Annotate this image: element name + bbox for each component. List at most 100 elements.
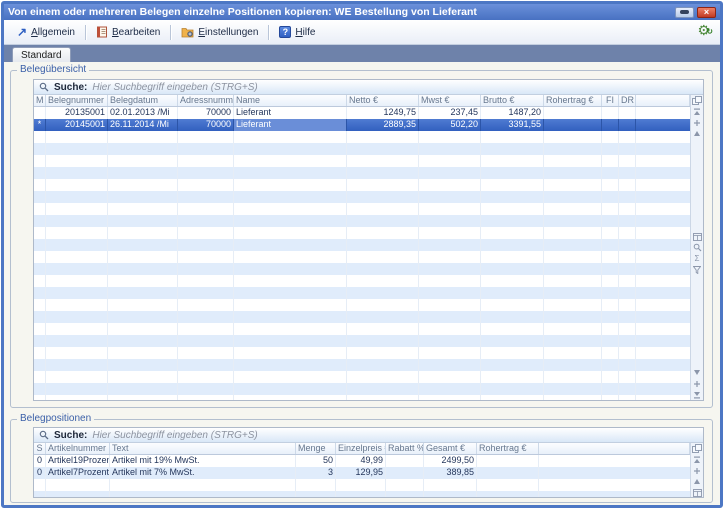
table-row[interactable]: 0 Artikel19Prozent Artikel mit 19% MwSt.… bbox=[34, 455, 690, 467]
empty-row[interactable] bbox=[34, 347, 690, 359]
column-header[interactable]: Brutto € bbox=[481, 95, 544, 106]
empty-cell bbox=[636, 239, 690, 251]
search-tool-button[interactable] bbox=[691, 242, 703, 253]
column-header[interactable]: Einzelpreis € bbox=[336, 443, 386, 454]
empty-cell bbox=[481, 143, 544, 155]
column-header[interactable]: Adressnumm bbox=[178, 95, 234, 106]
column-header[interactable]: Belegdatum bbox=[108, 95, 178, 106]
empty-row[interactable] bbox=[34, 479, 690, 491]
empty-cell bbox=[544, 167, 602, 179]
insert-row-button[interactable] bbox=[691, 117, 703, 128]
empty-cell bbox=[636, 287, 690, 299]
bearbeiten-menu-button[interactable]: Bearbeiten bbox=[91, 24, 165, 40]
allgemein-menu-button[interactable]: ↗ Allgemein bbox=[12, 25, 80, 40]
row-down-button[interactable] bbox=[691, 367, 703, 378]
empty-row[interactable] bbox=[34, 263, 690, 275]
table-row[interactable]: 20135001 02.01.2013 /Mi 70000 Lieferant … bbox=[34, 107, 690, 119]
table-row-selected[interactable]: * 20145001 26.11.2014 /Mi 70000 Lieferan… bbox=[34, 119, 690, 131]
empty-cell bbox=[178, 251, 234, 263]
close-button[interactable]: × bbox=[697, 7, 716, 18]
column-header[interactable]: M bbox=[34, 95, 46, 106]
empty-row[interactable] bbox=[34, 335, 690, 347]
empty-row[interactable] bbox=[34, 227, 690, 239]
empty-cell bbox=[419, 143, 481, 155]
first-row-button[interactable] bbox=[691, 106, 703, 117]
empty-cell bbox=[419, 335, 481, 347]
empty-cell bbox=[636, 203, 690, 215]
hilfe-menu-button[interactable]: ? Hilfe bbox=[274, 24, 320, 40]
column-header[interactable]: Text bbox=[110, 443, 296, 454]
empty-row[interactable] bbox=[34, 131, 690, 143]
cell-adressnummer: 70000 bbox=[178, 107, 234, 119]
empty-cell bbox=[347, 287, 419, 299]
overview-search-field[interactable]: Suche: Hier Suchbegriff eingeben (STRG+S… bbox=[34, 80, 703, 95]
last-row-button[interactable] bbox=[691, 389, 703, 400]
row-up-button[interactable] bbox=[691, 128, 703, 139]
empty-cell bbox=[34, 371, 46, 383]
cell-belegdatum: 02.01.2013 /Mi bbox=[108, 107, 178, 119]
sum-button[interactable]: Σ bbox=[691, 253, 703, 264]
empty-row[interactable] bbox=[34, 167, 690, 179]
column-header[interactable]: Name bbox=[234, 95, 347, 106]
empty-row[interactable] bbox=[34, 491, 690, 497]
row-up-button[interactable] bbox=[691, 476, 703, 487]
empty-cell bbox=[347, 275, 419, 287]
column-header[interactable]: S bbox=[34, 443, 46, 454]
first-row-button[interactable] bbox=[691, 454, 703, 465]
empty-row[interactable] bbox=[34, 359, 690, 371]
positions-search-field[interactable]: Suche: Hier Suchbegriff eingeben (STRG+S… bbox=[34, 428, 703, 443]
empty-row[interactable] bbox=[34, 299, 690, 311]
empty-cell bbox=[46, 371, 108, 383]
empty-row[interactable] bbox=[34, 215, 690, 227]
empty-row[interactable] bbox=[34, 155, 690, 167]
filter-button[interactable] bbox=[691, 264, 703, 275]
search-placeholder: Hier Suchbegriff eingeben (STRG+S) bbox=[92, 430, 257, 441]
empty-row[interactable] bbox=[34, 395, 690, 400]
empty-cell bbox=[481, 227, 544, 239]
empty-row[interactable] bbox=[34, 143, 690, 155]
empty-cell bbox=[481, 359, 544, 371]
column-header[interactable]: Netto € bbox=[347, 95, 419, 106]
layout-button[interactable] bbox=[691, 487, 703, 497]
column-header[interactable]: Rohertrag € bbox=[544, 95, 602, 106]
empty-cell bbox=[234, 263, 347, 275]
empty-row[interactable] bbox=[34, 383, 690, 395]
column-chooser-button[interactable] bbox=[691, 443, 703, 454]
column-header[interactable]: Rohertrag € bbox=[477, 443, 539, 454]
column-header[interactable]: Gesamt € bbox=[424, 443, 477, 454]
column-chooser-button[interactable] bbox=[691, 95, 703, 106]
gear-sync-icon[interactable]: ⚙↻ bbox=[697, 23, 710, 37]
empty-row[interactable] bbox=[34, 323, 690, 335]
main-panel: Belegübersicht Suche: Hier Suchbegriff e… bbox=[4, 62, 720, 505]
table-row[interactable]: 0 Artikel7Prozent Artikel mit 7% MwSt. 3… bbox=[34, 467, 690, 479]
column-header[interactable]: Rabatt % bbox=[386, 443, 424, 454]
empty-row[interactable] bbox=[34, 251, 690, 263]
tab-standard[interactable]: Standard bbox=[12, 47, 71, 62]
empty-row[interactable] bbox=[34, 287, 690, 299]
column-header[interactable]: Mwst € bbox=[419, 95, 481, 106]
column-header[interactable]: Belegnummer bbox=[46, 95, 108, 106]
belegpositionen-groupbox: Belegpositionen Suche: Hier Suchbegriff … bbox=[10, 419, 713, 503]
empty-cell bbox=[234, 347, 347, 359]
insert-row-button[interactable] bbox=[691, 465, 703, 476]
empty-row[interactable] bbox=[34, 311, 690, 323]
empty-row[interactable] bbox=[34, 239, 690, 251]
dock-button[interactable] bbox=[675, 7, 694, 18]
column-header[interactable]: Artikelnummer bbox=[46, 443, 110, 454]
einstellungen-menu-button[interactable]: Einstellungen bbox=[176, 25, 263, 40]
empty-row[interactable] bbox=[34, 191, 690, 203]
empty-row[interactable] bbox=[34, 275, 690, 287]
layout-button[interactable] bbox=[691, 231, 703, 242]
empty-cell bbox=[544, 359, 602, 371]
append-row-button[interactable] bbox=[691, 378, 703, 389]
empty-cell bbox=[419, 251, 481, 263]
empty-cell bbox=[419, 191, 481, 203]
column-header[interactable]: Menge bbox=[296, 443, 336, 454]
column-header[interactable]: FI bbox=[602, 95, 619, 106]
empty-row[interactable] bbox=[34, 203, 690, 215]
empty-cell bbox=[34, 395, 46, 400]
empty-cell bbox=[544, 299, 602, 311]
empty-row[interactable] bbox=[34, 371, 690, 383]
column-header[interactable]: DR bbox=[619, 95, 636, 106]
empty-row[interactable] bbox=[34, 179, 690, 191]
